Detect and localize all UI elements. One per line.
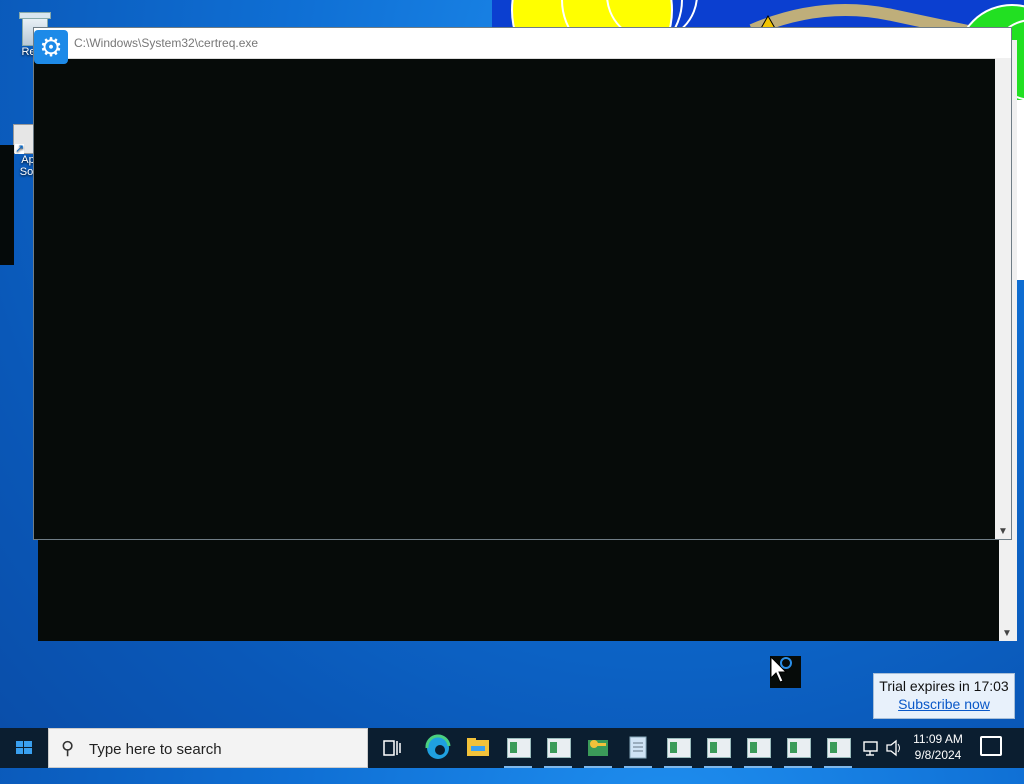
search-icon: ⚲ — [61, 738, 75, 758]
trial-notification: Trial expires in 17:03 Subscribe now — [873, 673, 1015, 719]
app-window-icon — [827, 738, 851, 758]
taskbar-app-9[interactable] — [818, 728, 858, 768]
trial-expiry-text: Trial expires in 17:03 — [879, 678, 1009, 694]
search-box[interactable]: ⚲ Type here to search — [48, 728, 368, 768]
app-window-icon — [747, 738, 771, 758]
task-view-icon — [383, 740, 401, 756]
file-explorer-button[interactable] — [458, 728, 498, 768]
network-icon[interactable] — [862, 728, 880, 768]
app-window-icon — [547, 738, 571, 758]
app-window-icon — [507, 738, 531, 758]
windows-logo-icon — [16, 741, 32, 754]
start-button[interactable] — [0, 728, 48, 768]
vertical-scrollbar[interactable]: ▼ — [995, 58, 1011, 539]
subscribe-link[interactable]: Subscribe now — [874, 696, 1014, 712]
scroll-down-arrow-icon[interactable]: ▼ — [998, 526, 1008, 537]
app-window-icon — [667, 738, 691, 758]
scroll-down-arrow-icon[interactable]: ▼ — [1002, 628, 1012, 639]
taskbar-app-1[interactable] — [498, 728, 538, 768]
search-placeholder: Type here to search — [89, 741, 222, 758]
taskbar-app-3[interactable] — [578, 728, 618, 768]
clock-time: 11:09 AM — [913, 732, 963, 746]
notepad-icon — [629, 736, 647, 759]
taskbar-app-7[interactable] — [738, 728, 778, 768]
taskbar-app-2[interactable] — [538, 728, 578, 768]
title-bar[interactable]: ⚙ C:\Windows\System32\certreq.exe — [34, 28, 1011, 64]
action-center-icon[interactable] — [980, 736, 1002, 756]
taskbar-app-4[interactable] — [618, 728, 658, 768]
console-window[interactable]: ⚙ C:\Windows\System32\certreq.exe ▼ — [33, 27, 1012, 540]
background-window-fragment — [0, 145, 14, 265]
app-window-icon — [707, 738, 731, 758]
key-manager-icon — [588, 740, 608, 756]
gear-icon: ⚙ — [34, 30, 68, 64]
system-clock[interactable]: 11:09 AM 9/8/2024 — [906, 731, 970, 763]
taskbar-app-5[interactable] — [658, 728, 698, 768]
mouse-cursor-artifact — [770, 655, 801, 688]
window-title: C:\Windows\System32\certreq.exe — [74, 36, 259, 50]
taskbar: ⚲ Type here to search 11:09 AM 9/8/2024 — [0, 728, 1024, 768]
taskbar-app-6[interactable] — [698, 728, 738, 768]
edge-icon — [425, 734, 451, 759]
edge-button[interactable] — [418, 728, 458, 768]
clock-date: 9/8/2024 — [914, 748, 962, 762]
taskbar-app-8[interactable] — [778, 728, 818, 768]
volume-icon[interactable] — [884, 728, 904, 768]
file-explorer-icon — [467, 738, 489, 756]
app-window-icon — [787, 738, 811, 758]
task-view-button[interactable] — [372, 728, 412, 768]
